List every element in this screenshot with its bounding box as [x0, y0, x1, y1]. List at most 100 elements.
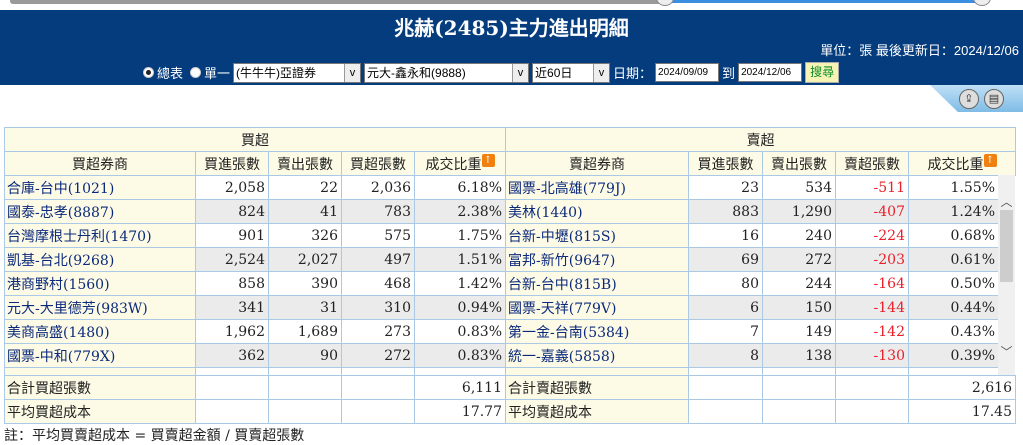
buy-broker-link[interactable]: 凱基-台北(9268): [4, 247, 196, 272]
print-icon[interactable]: ▤: [984, 89, 1004, 109]
col-sell-sold: 賣出張數: [762, 151, 836, 176]
table-row: 元大-大里德芳(983W) 341 31 310 0.94% 國票-天祥(779V) 6 15…: [4, 295, 999, 320]
sell-share-cell: 0.44%: [908, 295, 999, 320]
buy-broker-link[interactable]: 台灣摩根士丹利(1470): [4, 223, 196, 248]
empty-cell: [341, 367, 415, 375]
unit-and-update: 單位：張 最後更新日：2024/12/06: [820, 40, 1019, 59]
buy-share-cell: 1.75%: [414, 223, 506, 248]
sell-bought-cell: 8: [688, 343, 763, 368]
sell-broker-link[interactable]: 第一金-台南(5384): [505, 319, 689, 344]
buy-sold-cell: 41: [268, 199, 342, 224]
period-select[interactable]: 近60日 v: [532, 62, 611, 83]
buy-sold-cell: 31: [268, 295, 342, 320]
carousel-prev-icon[interactable]: [656, 0, 674, 6]
sell-share-cell: 1.24%: [908, 199, 999, 224]
page-header: 兆赫(2485)主力進出明細 單位：張 最後更新日：2024/12/06 總表 …: [0, 10, 1023, 85]
buy-broker-link[interactable]: 合庫-台中(1021): [4, 175, 196, 200]
buy-bought-cell: 1,962: [195, 319, 269, 344]
buy-bought-cell: 362: [195, 343, 269, 368]
table-row-partial: [4, 367, 999, 375]
scrollbar-thumb[interactable]: [1000, 210, 1013, 282]
empty-cell: [688, 367, 763, 375]
scroll-down-icon[interactable]: ﹀: [998, 343, 1015, 360]
table-row: 國票-中和(779X) 362 90 272 0.83% 統一-嘉義(5858) 8 138-…: [4, 343, 999, 368]
radio-summary[interactable]: [143, 67, 154, 78]
buy-share-cell: 1.42%: [414, 271, 506, 296]
sort-up-icon[interactable]: ↑: [983, 153, 997, 167]
buy-bought-cell: 2,524: [195, 247, 269, 272]
table-body-scroll[interactable]: 合庫-台中(1021) 2,058 22 2,036 6.18% 國票-北高雄(779J)…: [4, 175, 1015, 375]
buy-sold-cell: 326: [268, 223, 342, 248]
broker-value: 元大-鑫永和(9888): [367, 65, 466, 80]
footnote: 註：平均買賣超成本 = 買賣超金額 / 買賣超張數: [4, 428, 305, 444]
col-sell-share[interactable]: 成交比重 ↑: [908, 151, 1016, 176]
sort-up-icon[interactable]: ↑: [481, 153, 495, 167]
sell-broker-link[interactable]: 統一-嘉義(5858): [505, 343, 689, 368]
carousel-progress: [672, 0, 982, 3]
table-scrollbar[interactable]: ︿ ﹀: [998, 175, 1015, 375]
buy-net-cell: 273: [341, 319, 415, 344]
carousel-next-icon[interactable]: [973, 0, 991, 6]
buy-bought-cell: 341: [195, 295, 269, 320]
empty-cell: [195, 367, 269, 375]
sell-sold-cell: 149: [762, 319, 836, 344]
chevron-down-icon: v: [344, 63, 361, 82]
buy-broker-link[interactable]: 國泰-忠孝(8887): [4, 199, 196, 224]
buy-broker-link[interactable]: 港商野村(1560): [4, 271, 196, 296]
search-button[interactable]: 搜尋: [805, 62, 840, 83]
sell-bought-cell: 69: [688, 247, 763, 272]
totals-table: 合計買超張數 6,111 合計賣超張數 2,616 平均買超成本 17.77 平…: [4, 375, 1016, 424]
broker-select[interactable]: 元大-鑫永和(9888) v: [364, 62, 530, 83]
buy-sold-cell: 390: [268, 271, 342, 296]
empty-cell: [4, 367, 196, 375]
col-buy-share[interactable]: 成交比重 ↑: [414, 151, 506, 176]
filter-controls: 總表 單一 (牛牛牛)亞證券 v 元大-鑫永和(9888) v 近60日 v 日期： …: [143, 62, 840, 83]
col-sell-broker: 賣超券商: [505, 151, 689, 176]
col-buy-sold: 賣出張數: [268, 151, 342, 176]
sell-broker-link[interactable]: 美林(1440): [505, 199, 689, 224]
buy-sold-cell: 22: [268, 175, 342, 200]
radio-single[interactable]: [190, 67, 202, 78]
carousel-track: [10, 0, 670, 4]
buy-share-cell: 0.94%: [414, 295, 506, 320]
export-icon[interactable]: ⇪: [959, 89, 979, 109]
buy-bought-cell: 901: [195, 223, 269, 248]
sell-broker-link[interactable]: 台新-台中(815B): [505, 271, 689, 296]
buy-bought-cell: 824: [195, 199, 269, 224]
sell-share-cell: 0.50%: [908, 271, 999, 296]
buy-broker-link[interactable]: 元大-大里德芳(983W): [4, 295, 196, 320]
sell-share-cell: 0.68%: [908, 223, 999, 248]
sell-net-cell: -144: [835, 295, 909, 320]
date-from-input[interactable]: 2024/09/09: [655, 63, 720, 82]
buy-section-title: 買超: [4, 127, 506, 152]
sell-total-label: 合計賣超張數: [505, 375, 689, 400]
empty-cell: [268, 367, 342, 375]
sell-broker-link[interactable]: 台新-中壢(815S): [505, 223, 689, 248]
sell-net-cell: -130: [835, 343, 909, 368]
sell-broker-link[interactable]: 國票-天祥(779V): [505, 295, 689, 320]
broker-group-select[interactable]: (牛牛牛)亞證券 v: [233, 62, 362, 83]
buy-bought-cell: 858: [195, 271, 269, 296]
sell-net-cell: -142: [835, 319, 909, 344]
buy-broker-link[interactable]: 美商高盛(1480): [4, 319, 196, 344]
buy-avg-value: 17.77: [414, 399, 506, 424]
table-header: 買超 賣超 買超券商 買進張數 賣出張數 買超張數 成交比重 ↑ 賣超券商 買進張…: [4, 127, 1016, 176]
chevron-down-icon: v: [512, 63, 529, 82]
sell-broker-link[interactable]: 國票-北高雄(779J): [505, 175, 689, 200]
buy-broker-link[interactable]: 國票-中和(779X): [4, 343, 196, 368]
top-scroll-strip: [0, 0, 1023, 10]
date-to-input[interactable]: 2024/12/06: [738, 63, 803, 82]
sell-share-cell: 0.61%: [908, 247, 999, 272]
sell-broker-link[interactable]: 富邦-新竹(9647): [505, 247, 689, 272]
buy-total-value: 6,111: [414, 375, 506, 400]
scroll-up-icon[interactable]: ︿: [998, 193, 1015, 210]
sell-sold-cell: 240: [762, 223, 836, 248]
sell-avg-value: 17.45: [908, 399, 1016, 424]
radio-summary-label: 總表: [157, 66, 184, 81]
unit-label: 單位：張: [820, 43, 873, 58]
sell-avg-label: 平均賣超成本: [505, 399, 689, 424]
table-row: 美商高盛(1480) 1,962 1,689 273 0.83% 第一金-台南(5384)…: [4, 319, 999, 344]
buy-bought-cell: 2,058: [195, 175, 269, 200]
updated-label: 最後更新日：2024/12/06: [875, 43, 1019, 58]
sell-sold-cell: 534: [762, 175, 836, 200]
